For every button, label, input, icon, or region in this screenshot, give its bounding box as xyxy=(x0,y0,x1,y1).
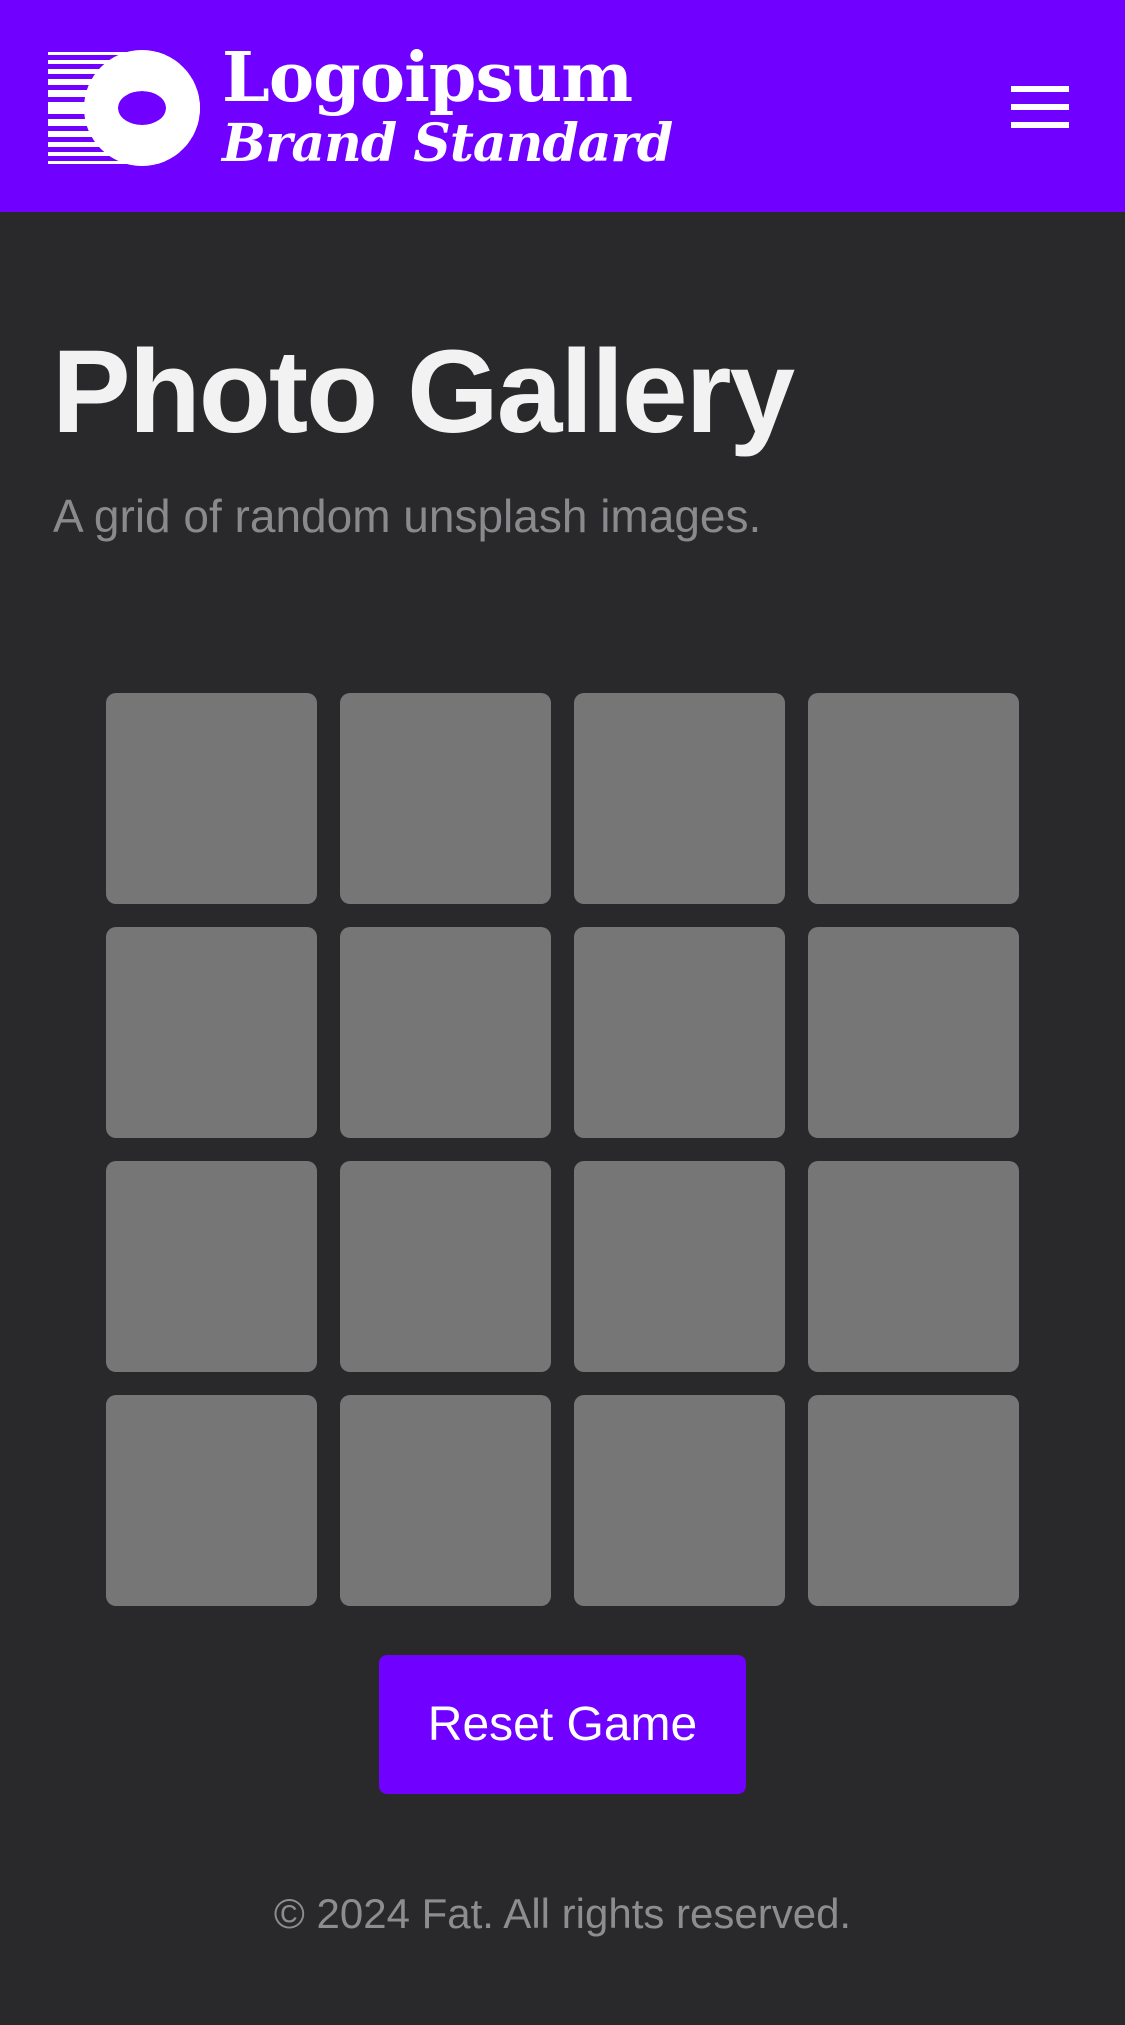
menu-bar xyxy=(1011,122,1069,128)
gallery-tile[interactable] xyxy=(340,927,551,1138)
gallery-tile[interactable] xyxy=(808,1395,1019,1606)
brand-tagline: Brand Standard xyxy=(222,113,673,174)
gallery-tile[interactable] xyxy=(808,693,1019,904)
reset-game-button[interactable]: Reset Game xyxy=(379,1655,746,1794)
gallery-tile[interactable] xyxy=(574,927,785,1138)
gallery-tile[interactable] xyxy=(574,1161,785,1372)
brand-logo[interactable]: Logoipsum Brand Standard xyxy=(48,38,673,174)
page-title: Photo Gallery xyxy=(52,326,795,458)
menu-bar xyxy=(1011,86,1069,92)
photo-gallery-grid xyxy=(106,693,1019,1606)
gallery-tile[interactable] xyxy=(106,1395,317,1606)
gallery-tile[interactable] xyxy=(106,693,317,904)
striped-circle-logo-icon xyxy=(48,50,200,166)
gallery-tile[interactable] xyxy=(340,1161,551,1372)
gallery-tile[interactable] xyxy=(574,1395,785,1606)
gallery-tile[interactable] xyxy=(808,927,1019,1138)
site-header: Logoipsum Brand Standard xyxy=(0,0,1125,212)
gallery-tile[interactable] xyxy=(340,693,551,904)
gallery-tile[interactable] xyxy=(106,927,317,1138)
hamburger-menu-icon[interactable] xyxy=(1011,86,1069,128)
brand-name: Logoipsum xyxy=(222,38,633,118)
gallery-tile[interactable] xyxy=(106,1161,317,1372)
menu-bar xyxy=(1011,104,1069,110)
footer-copyright: © 2024 Fat. All rights reserved. xyxy=(273,1890,852,1937)
brand-wordmark: Logoipsum Brand Standard xyxy=(222,38,673,174)
gallery-tile[interactable] xyxy=(574,693,785,904)
page-subtitle: A grid of random unsplash images. xyxy=(53,490,762,542)
gallery-tile[interactable] xyxy=(340,1395,551,1606)
gallery-tile[interactable] xyxy=(808,1161,1019,1372)
